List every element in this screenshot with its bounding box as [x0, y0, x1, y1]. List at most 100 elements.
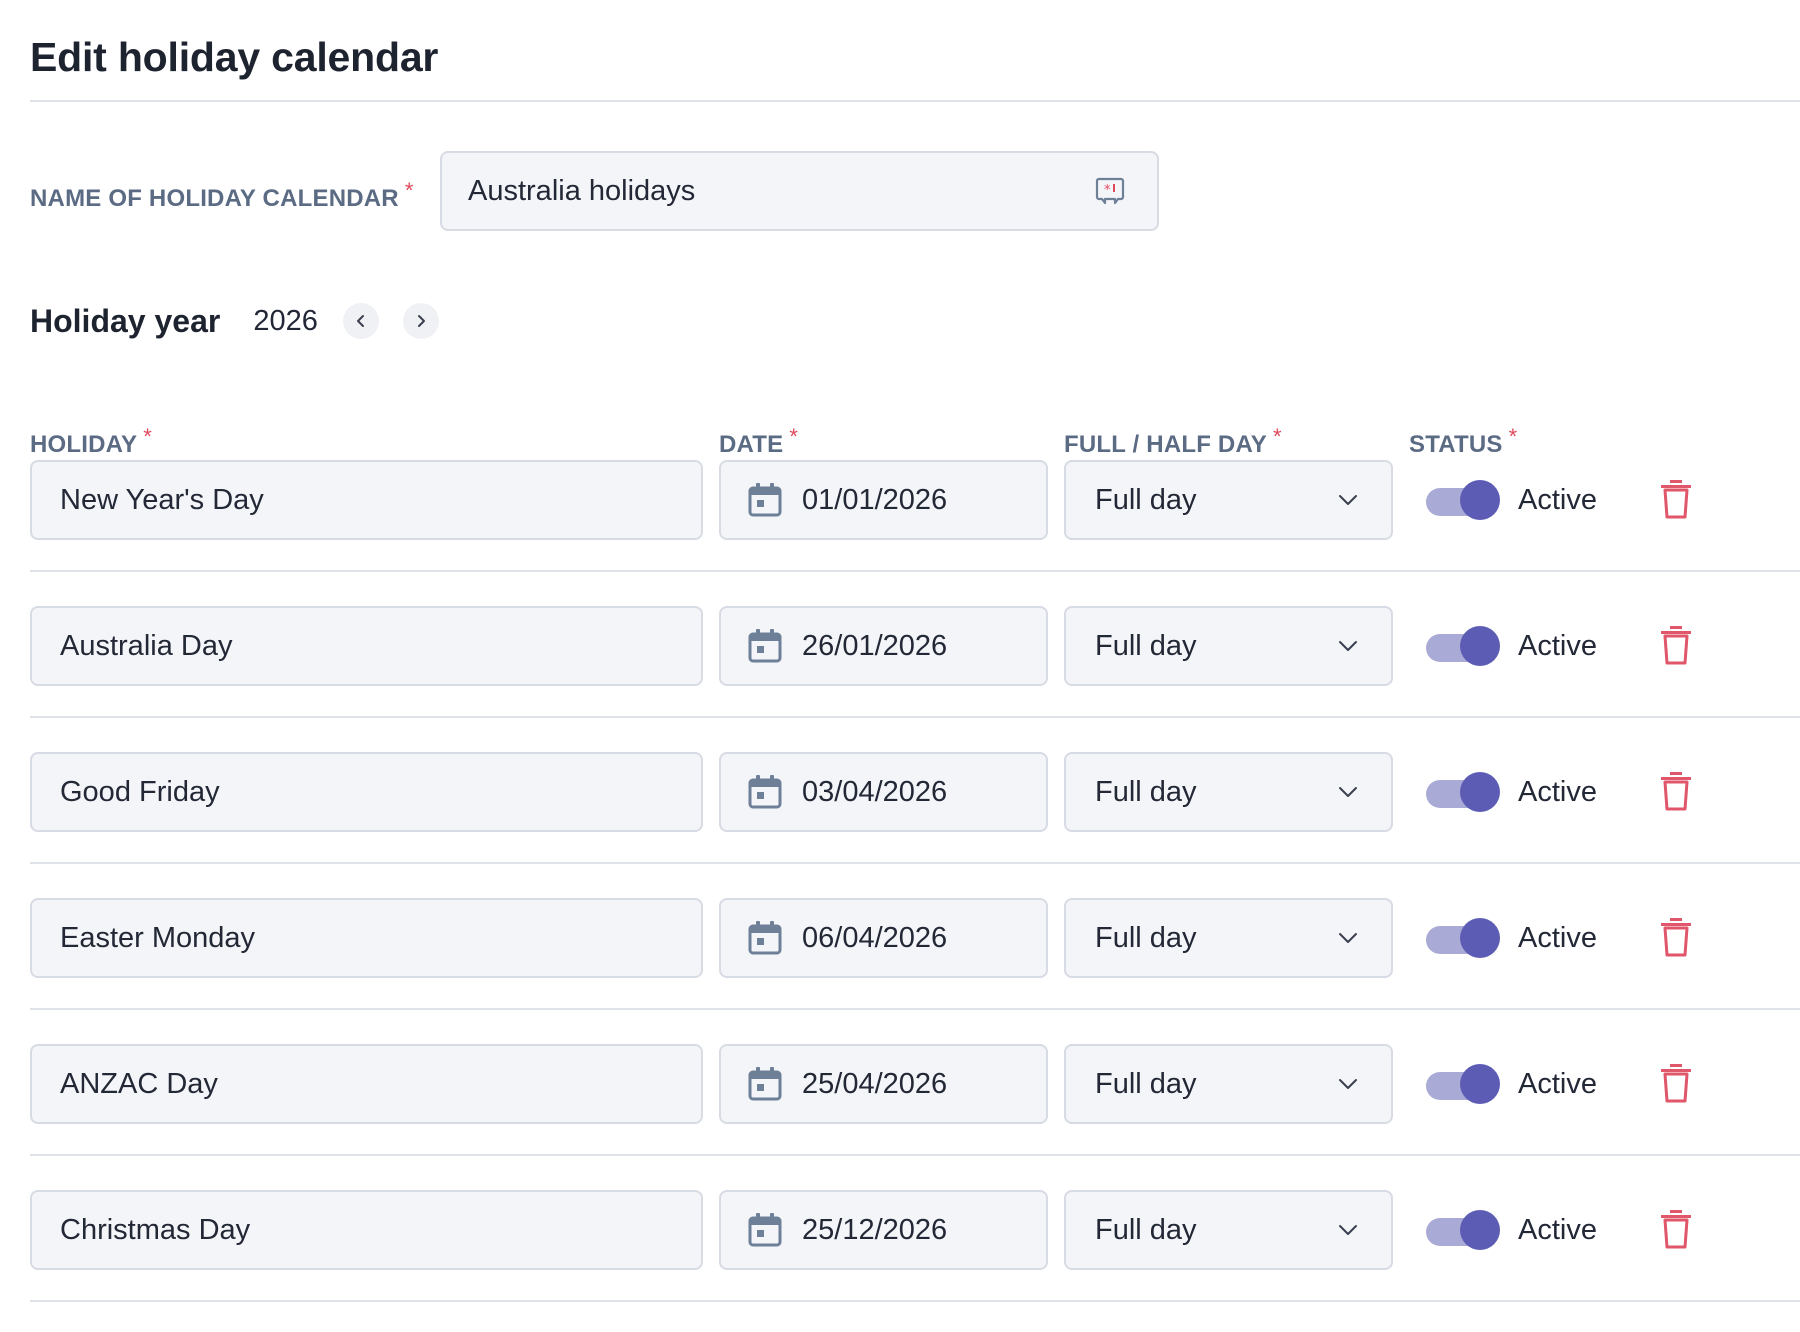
calendar-icon [748, 1067, 782, 1101]
calendar-icon [748, 775, 782, 809]
status-label: Active [1518, 922, 1597, 954]
required-mark: * [1508, 424, 1518, 449]
calendar-icon [748, 483, 782, 517]
day-type-select[interactable]: Full day [1064, 1044, 1393, 1124]
toggle-knob [1460, 1210, 1500, 1250]
day-type-select[interactable]: Full day [1064, 460, 1393, 540]
status-label: Active [1518, 1214, 1597, 1246]
day-type-value: Full day [1095, 629, 1197, 662]
row-divider [30, 1008, 1800, 1010]
status-toggle[interactable] [1426, 1210, 1500, 1250]
holiday-name-input[interactable]: Christmas Day [30, 1190, 703, 1270]
day-type-value: Full day [1095, 1213, 1197, 1246]
chevron-down-icon [1339, 495, 1357, 505]
chevron-down-icon [1339, 1079, 1357, 1089]
trash-icon[interactable] [1659, 917, 1693, 957]
day-type-select[interactable]: Full day [1064, 898, 1393, 978]
status-toggle[interactable] [1426, 772, 1500, 812]
trash-icon[interactable] [1659, 625, 1693, 665]
previous-year-button[interactable] [342, 303, 379, 339]
trash-icon[interactable] [1659, 771, 1693, 811]
required-mark: * [789, 424, 799, 449]
holiday-date-value: 06/04/2026 [802, 921, 948, 954]
toggle-knob [1460, 480, 1500, 520]
row-divider [30, 1154, 1800, 1156]
toggle-knob [1460, 772, 1500, 812]
holiday-date-input[interactable]: 26/01/2026 [719, 606, 1048, 686]
chevron-down-icon [1339, 933, 1357, 943]
row-divider [30, 862, 1800, 864]
status-label: Active [1518, 630, 1597, 662]
column-header-status: STATUS * [1409, 424, 1517, 459]
status-toggle[interactable] [1426, 480, 1500, 520]
trash-icon[interactable] [1659, 1209, 1693, 1249]
day-type-select[interactable]: Full day [1064, 1190, 1393, 1270]
chevron-down-icon [1339, 1225, 1357, 1235]
holiday-name-value: Christmas Day [60, 1213, 251, 1246]
holiday-date-value: 25/12/2026 [802, 1213, 948, 1246]
calendar-icon [748, 921, 782, 955]
column-header-day-type: FULL / HALF DAY * [1064, 424, 1282, 459]
holiday-year-selector: Holiday year 2026 [30, 296, 439, 346]
holiday-date-value: 01/01/2026 [802, 483, 948, 516]
column-header-status-text: STATUS [1409, 431, 1503, 458]
status-toggle[interactable] [1426, 918, 1500, 958]
chevron-down-icon [1339, 641, 1357, 651]
title-divider [30, 100, 1800, 102]
calendar-name-label: NAME OF HOLIDAY CALENDAR * [30, 178, 414, 213]
day-type-select[interactable]: Full day [1064, 752, 1393, 832]
day-type-value: Full day [1095, 1067, 1197, 1100]
calendar-icon [748, 1213, 782, 1247]
edit-holiday-calendar-page: Edit holiday calendar NAME OF HOLIDAY CA… [0, 0, 1800, 1332]
required-flag-icon: * [1095, 177, 1125, 205]
holiday-row: Australia Day 26/01/2026 Full day Active [0, 606, 1800, 752]
holiday-date-input[interactable]: 25/04/2026 [719, 1044, 1048, 1124]
holiday-name-input[interactable]: New Year's Day [30, 460, 703, 540]
page-title: Edit holiday calendar [30, 34, 439, 80]
holiday-row: Christmas Day 25/12/2026 Full day Active [0, 1190, 1800, 1332]
calendar-name-value: Australia holidays [468, 174, 696, 207]
trash-icon[interactable] [1659, 1063, 1693, 1103]
holiday-row: Easter Monday 06/04/2026 Full day Active [0, 898, 1800, 1044]
holiday-name-input[interactable]: Australia Day [30, 606, 703, 686]
calendar-icon [748, 629, 782, 663]
holiday-year-value: 2026 [253, 304, 318, 337]
holiday-year-label: Holiday year [30, 302, 221, 339]
required-mark: * [404, 178, 414, 203]
status-toggle[interactable] [1426, 1064, 1500, 1104]
holiday-row: Good Friday 03/04/2026 Full day Active [0, 752, 1800, 898]
row-divider [30, 716, 1800, 718]
holiday-date-value: 26/01/2026 [802, 629, 948, 662]
holiday-date-input[interactable]: 25/12/2026 [719, 1190, 1048, 1270]
holiday-row: New Year's Day 01/01/2026 Full day Activ… [0, 460, 1800, 606]
column-header-date: DATE * [719, 424, 798, 459]
holiday-name-value: Australia Day [60, 629, 233, 662]
status-toggle[interactable] [1426, 626, 1500, 666]
column-header-holiday: HOLIDAY * [30, 424, 152, 459]
row-divider [30, 570, 1800, 572]
chevron-left-icon [356, 315, 364, 327]
day-type-select[interactable]: Full day [1064, 606, 1393, 686]
day-type-value: Full day [1095, 775, 1197, 808]
holiday-name-input[interactable]: Easter Monday [30, 898, 703, 978]
day-type-value: Full day [1095, 921, 1197, 954]
required-mark: * [1273, 424, 1282, 449]
holiday-date-input[interactable]: 06/04/2026 [719, 898, 1048, 978]
toggle-knob [1460, 918, 1500, 958]
svg-text:*: * [1104, 183, 1111, 198]
holiday-date-value: 25/04/2026 [802, 1067, 948, 1100]
calendar-name-input[interactable]: Australia holidays * [440, 151, 1159, 231]
holiday-name-input[interactable]: ANZAC Day [30, 1044, 703, 1124]
row-divider [30, 1300, 1800, 1302]
holiday-name-value: Good Friday [60, 775, 220, 808]
holiday-name-input[interactable]: Good Friday [30, 752, 703, 832]
trash-icon[interactable] [1659, 479, 1693, 519]
holiday-date-input[interactable]: 01/01/2026 [719, 460, 1048, 540]
next-year-button[interactable] [402, 303, 439, 339]
chevron-right-icon [417, 315, 425, 327]
required-mark: * [143, 424, 152, 449]
holiday-date-input[interactable]: 03/04/2026 [719, 752, 1048, 832]
column-header-date-text: DATE [719, 431, 784, 458]
chevron-down-icon [1339, 787, 1357, 797]
status-label: Active [1518, 776, 1597, 808]
